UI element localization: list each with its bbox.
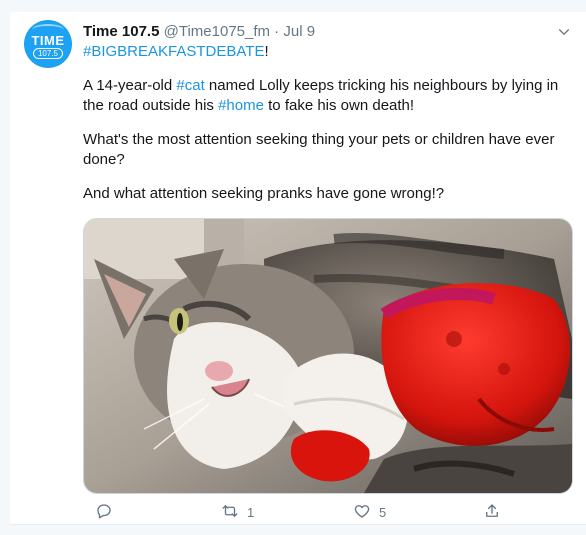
hashtag-link[interactable]: #BIGBREAKFASTDEBATE xyxy=(83,43,264,60)
tweet-card[interactable]: TIME 107.5 Time 107.5 @Time1075_fm · Jul… xyxy=(10,12,586,525)
hashtag-cat-link[interactable]: #cat xyxy=(176,77,204,94)
retweet-button[interactable]: 1 xyxy=(221,502,254,523)
tweet-content: Time 107.5 @Time1075_fm · Jul 9 #BIGBREA… xyxy=(83,22,573,204)
para1-text-a: A 14-year-old xyxy=(83,77,177,94)
reply-button[interactable] xyxy=(95,502,121,523)
tweet-photo[interactable] xyxy=(83,218,573,494)
like-button[interactable]: 5 xyxy=(353,502,386,523)
tweet-paragraph-3: And what attention seeking pranks have g… xyxy=(83,185,445,202)
retweet-icon xyxy=(221,502,239,523)
author-name[interactable]: Time 107.5 xyxy=(83,23,159,40)
hashtag-home-link[interactable]: #home xyxy=(218,97,264,114)
avatar-wave-decoration xyxy=(32,24,64,36)
avatar-logo-main: TIME xyxy=(31,33,65,48)
author-handle[interactable]: @Time1075_fm xyxy=(164,23,270,40)
cat-photo-illustration xyxy=(84,219,572,493)
retweet-count: 1 xyxy=(247,505,255,520)
like-count: 5 xyxy=(379,505,387,520)
tweet-header: Time 107.5 @Time1075_fm · Jul 9 xyxy=(83,22,573,42)
like-icon xyxy=(353,502,371,523)
para1-text-c: to fake his own death! xyxy=(263,97,415,114)
avatar-logo-sub: 107.5 xyxy=(32,48,64,59)
share-icon xyxy=(483,502,501,523)
avatar[interactable]: TIME 107.5 xyxy=(24,20,72,68)
tweet-paragraph-2: What's the most attention seeking thing … xyxy=(83,131,555,168)
share-button[interactable] xyxy=(483,502,501,523)
tweet-paragraph-1: A 14-year-old #cat named Lolly keeps tri… xyxy=(83,76,573,116)
header-separator: · xyxy=(270,23,284,40)
tweet-actions: 1 5 xyxy=(83,500,523,524)
tweet-date[interactable]: Jul 9 xyxy=(283,23,315,40)
hashtag-suffix: ! xyxy=(264,43,269,60)
hashtag-line: #BIGBREAKFASTDEBATE! xyxy=(83,42,573,62)
reply-icon xyxy=(95,502,113,523)
